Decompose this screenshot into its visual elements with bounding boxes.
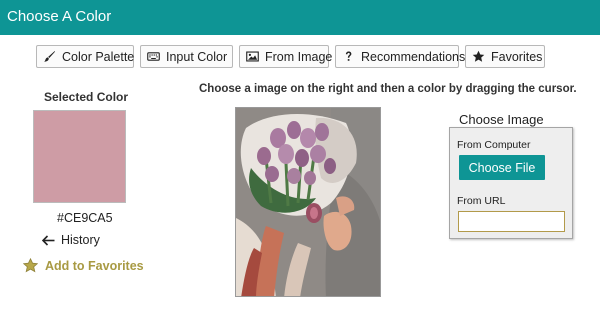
from-url-label: From URL bbox=[457, 195, 506, 207]
tab-recommendations[interactable]: Recommendations bbox=[335, 45, 465, 68]
choose-image-title: Choose Image bbox=[459, 112, 544, 127]
selected-color-hex: #CE9CA5 bbox=[57, 211, 113, 225]
arrow-left-icon bbox=[42, 234, 55, 246]
tab-favorites[interactable]: Favorites bbox=[465, 45, 545, 68]
app-title: Choose A Color bbox=[7, 8, 112, 25]
keyboard-icon bbox=[147, 52, 160, 61]
selected-color-label: Selected Color bbox=[44, 90, 129, 104]
instruction-text: Choose a image on the right and then a c… bbox=[199, 83, 577, 95]
tab-label: From Image bbox=[265, 49, 333, 64]
tab-from-image[interactable]: From Image bbox=[239, 45, 333, 68]
star-icon bbox=[472, 50, 485, 62]
paintbrush-icon bbox=[44, 51, 56, 62]
question-icon bbox=[345, 51, 352, 61]
source-image[interactable] bbox=[235, 107, 381, 297]
flower-bouquet-image bbox=[236, 108, 380, 296]
tab-label: Input Color bbox=[166, 49, 228, 64]
tab-color-palette[interactable]: Color Palette bbox=[36, 45, 134, 68]
selected-color-swatch bbox=[33, 110, 126, 203]
add-to-favorites-label: Add to Favorites bbox=[45, 258, 144, 273]
tab-label: Favorites bbox=[491, 49, 543, 64]
tab-label: Recommendations bbox=[361, 49, 466, 64]
choose-image-panel: From Computer Choose File From URL bbox=[449, 127, 573, 239]
image-icon bbox=[246, 51, 259, 62]
add-to-favorites-link[interactable]: Add to Favorites bbox=[23, 258, 144, 273]
tab-label: Color Palette bbox=[62, 49, 135, 64]
history-label: History bbox=[61, 233, 100, 247]
from-computer-label: From Computer bbox=[457, 139, 531, 151]
tab-input-color[interactable]: Input Color bbox=[140, 45, 233, 68]
choose-file-button[interactable]: Choose File bbox=[459, 155, 545, 180]
header-bar: Choose A Color bbox=[0, 0, 600, 35]
history-link[interactable]: History bbox=[42, 233, 100, 247]
star-icon bbox=[23, 258, 38, 273]
url-input[interactable] bbox=[458, 211, 565, 232]
